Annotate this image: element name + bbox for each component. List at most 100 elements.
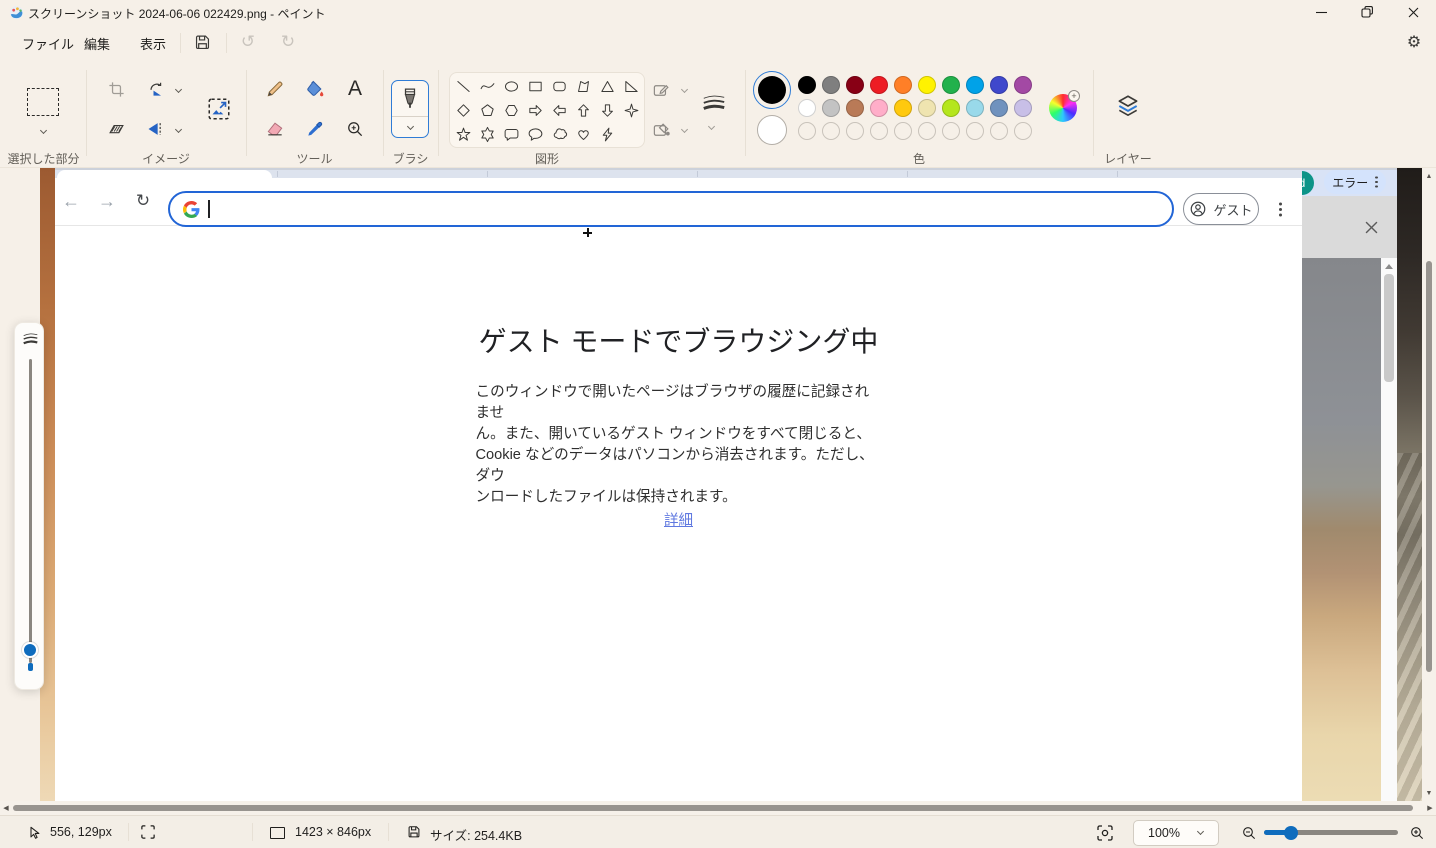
shape-fill-button[interactable] (648, 117, 674, 143)
shape-tool[interactable] (619, 98, 643, 122)
color-swatch[interactable] (822, 99, 840, 117)
brush-selector[interactable] (391, 80, 429, 138)
color-swatch[interactable] (1014, 99, 1032, 117)
shape-outline-chevron[interactable] (681, 86, 688, 93)
vertical-scroll-thumb[interactable] (1426, 261, 1432, 672)
color-picker-tool-button[interactable] (301, 115, 329, 143)
shape-tool[interactable] (475, 122, 499, 146)
shape-tool[interactable] (451, 74, 475, 98)
color-swatch[interactable] (846, 76, 864, 94)
shape-tool[interactable] (571, 98, 595, 122)
color-swatch[interactable] (870, 99, 888, 117)
pencil-tool-button[interactable] (261, 75, 289, 103)
stroke-thickness-button[interactable] (698, 86, 730, 118)
shape-tool[interactable] (547, 122, 571, 146)
rotate-menu-chevron[interactable] (175, 86, 182, 93)
flip-menu-chevron[interactable] (175, 126, 182, 133)
menu-edit[interactable]: 編集 (70, 28, 124, 58)
color-swatch[interactable] (966, 99, 984, 117)
size-slider-thumb[interactable] (22, 642, 38, 658)
empty-color-slot[interactable] (846, 122, 864, 140)
shape-tool[interactable] (595, 122, 619, 146)
settings-button[interactable]: ⚙ (1399, 28, 1429, 56)
color-swatch[interactable] (798, 76, 816, 94)
empty-color-slot[interactable] (870, 122, 888, 140)
redo-button[interactable]: ↻ (274, 28, 302, 56)
horizontal-scroll-thumb[interactable] (13, 805, 1413, 811)
color-swatch[interactable] (942, 99, 960, 117)
scroll-down-arrow[interactable]: ▼ (1422, 787, 1436, 799)
empty-color-slot[interactable] (798, 122, 816, 140)
stroke-thickness-chevron[interactable] (708, 123, 715, 130)
color2-button[interactable] (757, 115, 787, 145)
magnifier-tool-button[interactable] (341, 115, 369, 143)
text-tool-button[interactable]: A (341, 75, 369, 103)
shape-tool[interactable] (523, 122, 547, 146)
crop-button[interactable] (102, 75, 130, 103)
empty-color-slot[interactable] (894, 122, 912, 140)
restore-button[interactable] (1344, 0, 1390, 24)
shape-tool[interactable] (523, 98, 547, 122)
color-swatch[interactable] (966, 76, 984, 94)
empty-color-slot[interactable] (966, 122, 984, 140)
fit-to-screen-button[interactable] (1096, 824, 1114, 842)
zoom-slider-thumb[interactable] (1284, 826, 1298, 840)
scroll-right-arrow[interactable]: ▶ (1424, 801, 1436, 815)
shape-outline-button[interactable] (648, 77, 674, 103)
eraser-tool-button[interactable] (261, 115, 289, 143)
shape-tool[interactable] (619, 74, 643, 98)
color-swatch[interactable] (990, 99, 1008, 117)
rotate-button[interactable] (142, 75, 170, 103)
empty-color-slot[interactable] (918, 122, 936, 140)
color-swatch[interactable] (942, 76, 960, 94)
empty-color-slot[interactable] (990, 122, 1008, 140)
empty-color-slot[interactable] (822, 122, 840, 140)
shape-tool[interactable] (523, 74, 547, 98)
resize-image-button[interactable] (200, 90, 238, 128)
minimize-button[interactable] (1298, 0, 1344, 24)
horizontal-scrollbar[interactable]: ◀ ▶ (0, 801, 1436, 815)
paint-canvas[interactable]: ← → ↻ ゲスト ゲスト モードでブラウジング中 このウ (0, 168, 1436, 801)
zoom-level-dropdown[interactable]: 100% (1133, 820, 1219, 846)
color-swatch[interactable] (894, 99, 912, 117)
shape-tool[interactable] (499, 122, 523, 146)
fill-tool-button[interactable] (301, 75, 329, 103)
color-swatch[interactable] (894, 76, 912, 94)
selection-tool-button[interactable] (12, 74, 74, 146)
scroll-left-arrow[interactable]: ◀ (0, 801, 12, 815)
color-swatch[interactable] (870, 76, 888, 94)
menu-view[interactable]: 表示 (126, 28, 180, 58)
color-swatch[interactable] (990, 76, 1008, 94)
color-swatch[interactable] (1014, 76, 1032, 94)
shape-tool[interactable] (595, 74, 619, 98)
scroll-up-arrow[interactable]: ▲ (1422, 170, 1436, 182)
shape-tool[interactable] (475, 98, 499, 122)
shape-tool[interactable] (595, 98, 619, 122)
undo-button[interactable]: ↺ (234, 28, 262, 56)
zoom-out-button[interactable] (1240, 824, 1258, 842)
close-button[interactable] (1390, 0, 1436, 24)
zoom-in-button[interactable] (1408, 824, 1426, 842)
flip-button[interactable] (142, 115, 170, 143)
transparent-selection-button[interactable] (102, 115, 130, 143)
layers-button[interactable] (1110, 88, 1146, 124)
shape-tool[interactable] (451, 98, 475, 122)
color-swatch[interactable] (918, 76, 936, 94)
shape-tool[interactable] (547, 74, 571, 98)
shape-tool[interactable] (451, 122, 475, 146)
color-swatch[interactable] (798, 99, 816, 117)
shape-tool[interactable] (499, 74, 523, 98)
shape-tool[interactable] (475, 74, 499, 98)
shape-tool[interactable] (571, 74, 595, 98)
brush-menu-chevron[interactable] (392, 117, 428, 135)
save-button[interactable] (188, 28, 216, 56)
shape-fill-chevron[interactable] (681, 126, 688, 133)
color-swatch[interactable] (918, 99, 936, 117)
vertical-scrollbar[interactable]: ▲ ▼ (1422, 168, 1436, 801)
color-swatch[interactable] (846, 99, 864, 117)
shape-tool[interactable] (547, 98, 571, 122)
color1-selected[interactable] (753, 71, 791, 109)
size-slider-track[interactable] (29, 359, 32, 663)
shape-tool[interactable] (499, 98, 523, 122)
shape-tool[interactable] (571, 122, 595, 146)
